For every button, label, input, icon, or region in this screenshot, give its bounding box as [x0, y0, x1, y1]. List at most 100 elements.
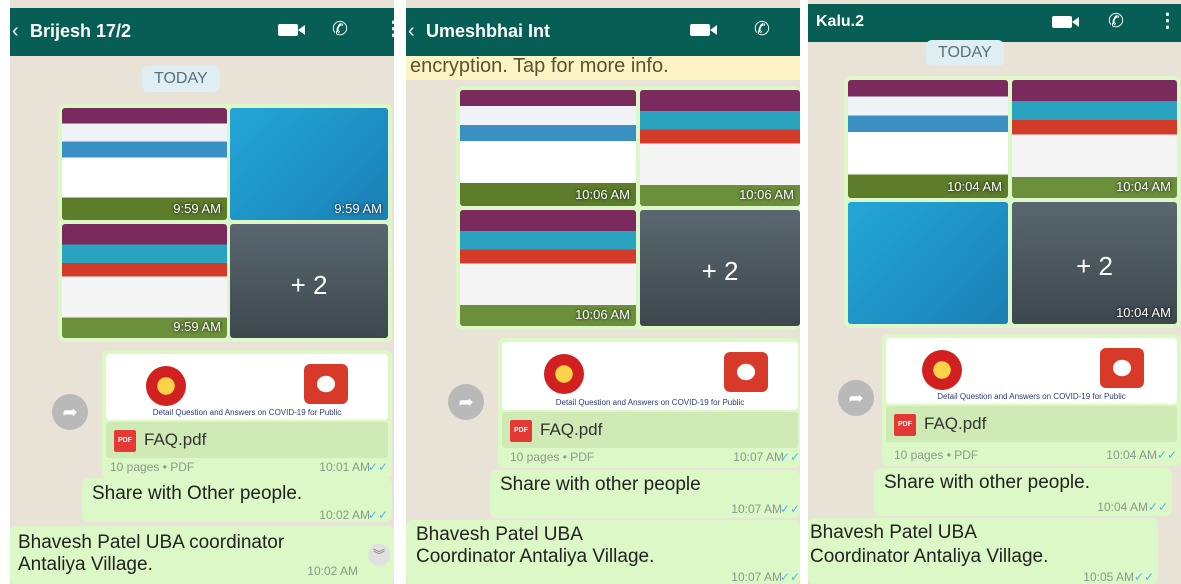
message-text: Share with other people.: [884, 472, 1090, 493]
health-mission-logo-icon: [724, 352, 768, 392]
pdf-document-bubble[interactable]: Detail Question and Answers on COVID-19 …: [882, 334, 1181, 466]
message-time: 10:04 AM: [1106, 448, 1157, 462]
state-emblem-icon: [544, 354, 584, 394]
image-time: 10:06 AM: [739, 187, 794, 202]
image-time: 9:59 AM: [173, 319, 221, 334]
image-time: 9:59 AM: [173, 201, 221, 216]
date-chip: TODAY: [142, 66, 220, 92]
message-time: 10:02 AM: [319, 508, 370, 522]
health-mission-logo-icon: [304, 364, 348, 404]
message-time: 10:04 AM: [1097, 500, 1148, 514]
image-album-bubble[interactable]: 10:04 AM 10:04 AM + 2 10:04 AM: [844, 76, 1181, 328]
pdf-meta: 10 pages • PDF: [110, 460, 195, 474]
message-bubble-share[interactable]: Share with Other people. 10:02 AM ✓✓: [82, 478, 392, 522]
pdf-meta: 10 pages • PDF: [894, 448, 979, 462]
message-text-line2: Antaliya Village.: [18, 554, 153, 575]
pdf-preview[interactable]: Detail Question and Answers on COVID-19 …: [106, 354, 388, 420]
message-bubble-share[interactable]: Share with other people. 10:04 AM ✓✓: [874, 468, 1172, 516]
pdf-file-row[interactable]: PDF FAQ.pdf: [502, 412, 798, 448]
message-time: 10:07 AM: [731, 570, 782, 584]
double-tick-icon: ✓✓: [1133, 570, 1154, 584]
contact-name[interactable]: Umeshbhai Int: [426, 21, 550, 42]
forward-icon[interactable]: ➦: [838, 380, 874, 416]
pdf-file-row[interactable]: PDF FAQ.pdf: [886, 406, 1177, 442]
album-image-3[interactable]: 9:59 AM: [62, 224, 227, 338]
contact-name[interactable]: Kalu.2: [816, 13, 864, 31]
menu-dots-icon[interactable]: ⋮: [1158, 10, 1177, 33]
double-tick-icon: ✓✓: [779, 450, 800, 464]
album-more-tile[interactable]: + 2: [230, 224, 388, 338]
date-chip: TODAY: [926, 40, 1004, 66]
message-bubble-name[interactable]: Bhavesh Patel UBA Coordinator Antaliya V…: [808, 518, 1158, 584]
image-time: 10:04 AM: [1116, 179, 1171, 194]
album-image-1[interactable]: 9:59 AM: [62, 108, 227, 220]
message-bubble-name[interactable]: Bhavesh Patel UBA coordinator Antaliya V…: [10, 526, 394, 584]
chat-header: ‹ Umeshbhai Int ✆: [406, 8, 800, 56]
image-album-bubble[interactable]: 9:59 AM 9:59 AM 9:59 AM + 2: [58, 104, 392, 342]
image-album-bubble[interactable]: 10:06 AM 10:06 AM 10:06 AM + 2: [456, 86, 800, 330]
message-text-line1: Bhavesh Patel UBA: [810, 522, 977, 543]
double-tick-icon: ✓✓: [367, 460, 388, 474]
phone-icon[interactable]: ✆: [332, 18, 348, 41]
chat-header: Kalu.2 ✆ ⋮: [808, 4, 1181, 42]
pdf-file-name: FAQ.pdf: [540, 420, 603, 439]
video-call-icon[interactable]: [278, 18, 305, 42]
message-bubble-name[interactable]: Bhavesh Patel UBA Coordinator Antaliya V…: [406, 520, 800, 584]
message-time: 10:07 AM: [733, 450, 784, 464]
message-time: 10:05 AM: [1083, 570, 1134, 584]
back-arrow-icon[interactable]: ‹: [12, 20, 19, 43]
more-images-count: + 2: [290, 269, 328, 300]
double-tick-icon: ✓✓: [779, 502, 800, 516]
message-bubble-share[interactable]: Share with other people 10:07 AM ✓✓: [490, 470, 800, 518]
image-time: 10:06 AM: [575, 307, 630, 322]
encryption-notice[interactable]: encryption. Tap for more info.: [406, 56, 800, 80]
album-image-2[interactable]: 9:59 AM: [230, 108, 388, 220]
album-more-tile[interactable]: + 2: [640, 210, 800, 326]
state-emblem-icon: [146, 366, 186, 406]
album-image-2[interactable]: 10:06 AM: [640, 90, 800, 206]
message-text-line1: Bhavesh Patel UBA coordinator: [18, 532, 285, 553]
pdf-document-bubble[interactable]: Detail Question and Answers on COVID-19 …: [498, 338, 800, 468]
pdf-preview[interactable]: Detail Question and Answers on COVID-19 …: [502, 342, 798, 410]
phone-icon[interactable]: ✆: [1108, 10, 1124, 33]
album-more-tile[interactable]: + 2 10:04 AM: [1012, 202, 1177, 324]
pdf-file-icon: PDF: [510, 420, 532, 442]
pdf-file-icon: PDF: [894, 414, 916, 436]
video-call-icon[interactable]: [1052, 10, 1079, 34]
message-text-line2: Coordinator Antaliya Village.: [810, 546, 1049, 567]
forward-icon[interactable]: ➦: [448, 384, 484, 420]
forward-icon[interactable]: ➦: [52, 394, 88, 430]
album-image-1[interactable]: 10:06 AM: [460, 90, 636, 206]
album-image-3[interactable]: 10:06 AM: [460, 210, 636, 326]
double-tick-icon: ✓✓: [367, 508, 388, 522]
chat-panel-kalu: Kalu.2 ✆ ⋮ TODAY 10:04 AM 10:04 AM + 2 1…: [808, 0, 1181, 584]
message-text-line2: Coordinator Antaliya Village.: [416, 546, 655, 567]
video-call-icon[interactable]: [690, 18, 717, 42]
pdf-caption: Detail Question and Answers on COVID-19 …: [555, 398, 745, 407]
message-time: 10:07 AM: [731, 502, 782, 516]
phone-icon[interactable]: ✆: [754, 18, 770, 41]
album-image-3[interactable]: [848, 202, 1008, 324]
pdf-caption: Detail Question and Answers on COVID-19 …: [937, 392, 1126, 401]
message-time: 10:02 AM: [307, 564, 358, 578]
pdf-preview[interactable]: Detail Question and Answers on COVID-19 …: [886, 338, 1177, 404]
double-tick-icon: ✓✓: [1147, 500, 1168, 514]
pdf-meta: 10 pages • PDF: [510, 450, 595, 464]
pdf-file-row[interactable]: PDF FAQ.pdf: [106, 422, 388, 458]
back-arrow-icon[interactable]: ‹: [408, 20, 415, 43]
more-images-count: + 2: [701, 256, 739, 287]
pdf-caption: Detail Question and Answers on COVID-19 …: [152, 408, 342, 417]
image-time: 10:04 AM: [1116, 305, 1171, 320]
menu-dots-icon[interactable]: ⋮: [384, 18, 394, 41]
album-image-2[interactable]: 10:04 AM: [1012, 80, 1177, 198]
scroll-down-icon[interactable]: ︾: [368, 544, 390, 566]
album-image-1[interactable]: 10:04 AM: [848, 80, 1008, 198]
image-time: 10:06 AM: [575, 187, 630, 202]
contact-name[interactable]: Brijesh 17/2: [30, 21, 131, 42]
chat-header: ‹ Brijesh 17/2 ✆ ⋮: [10, 8, 394, 56]
state-emblem-icon: [922, 350, 962, 390]
pdf-document-bubble[interactable]: Detail Question and Answers on COVID-19 …: [102, 350, 392, 478]
more-images-count: + 2: [1076, 250, 1113, 281]
message-text-line1: Bhavesh Patel UBA: [416, 524, 583, 545]
message-text: Share with Other people.: [92, 483, 303, 504]
